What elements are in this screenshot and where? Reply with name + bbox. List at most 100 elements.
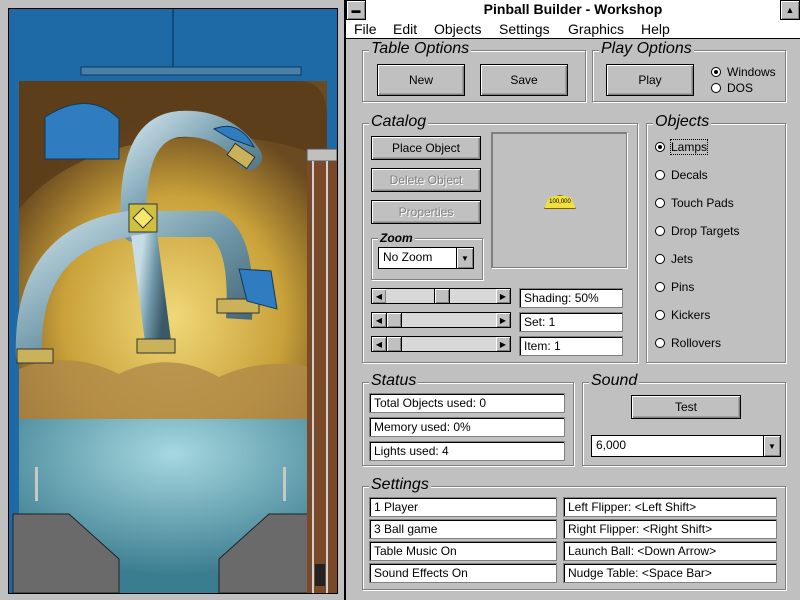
settings-group: Settings 1 Player 3 Ball game Table Musi… [362, 476, 786, 590]
setting-right-flipper[interactable]: Right Flipper: <Right Shift> [563, 519, 777, 539]
radio-indicator [655, 282, 665, 292]
object-type-label: Pins [671, 280, 695, 294]
table-options-group: Table Options New Save [362, 40, 586, 102]
play-options-title: Play Options [599, 40, 694, 58]
table-view-pane [0, 0, 344, 600]
menu-edit[interactable]: Edit [393, 21, 417, 37]
set-value: Set: 1 [519, 312, 623, 332]
slider-thumb[interactable] [434, 289, 450, 303]
object-type-label: Drop Targets [671, 224, 740, 238]
zoom-select[interactable]: No Zoom ▼ [378, 247, 474, 269]
radio-indicator [655, 142, 665, 152]
sound-title: Sound [589, 372, 640, 390]
play-button[interactable]: Play [606, 64, 694, 96]
scroll-left-icon[interactable]: ◀ [372, 313, 386, 327]
menu-objects[interactable]: Objects [434, 21, 481, 37]
shading-value: Shading: 50% [519, 288, 623, 308]
new-button[interactable]: New [377, 64, 465, 96]
radio-indicator [655, 198, 665, 208]
object-type-label: Kickers [671, 308, 711, 322]
setting-balls[interactable]: 3 Ball game [369, 519, 557, 539]
object-type-radio-pins[interactable]: Pins [655, 280, 694, 294]
setting-sound-effects[interactable]: Sound Effects On [369, 563, 557, 583]
save-button[interactable]: Save [480, 64, 568, 96]
scroll-left-icon[interactable]: ◀ [372, 289, 386, 303]
table-options-title: Table Options [369, 40, 472, 58]
platform-dos-radio[interactable]: DOS [711, 81, 753, 95]
radio-indicator [655, 338, 665, 348]
pinball-table-canvas[interactable] [8, 8, 338, 594]
radio-indicator [711, 67, 721, 77]
item-value: Item: 1 [519, 336, 623, 356]
item-slider[interactable]: ◀ ▶ [371, 336, 511, 352]
platform-windows-radio[interactable]: Windows [711, 65, 776, 79]
title-bar: ▬ Pinball Builder - Workshop ▲ [346, 0, 800, 21]
zoom-label: Zoom [378, 231, 415, 245]
radio-indicator [655, 310, 665, 320]
object-type-label: Touch Pads [671, 196, 734, 210]
scroll-right-icon[interactable]: ▶ [496, 289, 510, 303]
status-memory-used: Memory used: 0% [369, 417, 565, 437]
lamp-preview-label: 100,000 [549, 199, 571, 205]
menu-settings[interactable]: Settings [499, 21, 550, 37]
window-title: Pinball Builder - Workshop [483, 1, 663, 17]
dropdown-arrow-icon[interactable]: ▼ [456, 248, 473, 268]
maximize-icon[interactable]: ▲ [780, 0, 800, 20]
object-type-radio-kickers[interactable]: Kickers [655, 308, 710, 322]
sound-rate-select[interactable]: 6,000 ▼ [591, 435, 781, 457]
setting-left-flipper[interactable]: Left Flipper: <Left Shift> [563, 497, 777, 517]
object-type-label: Jets [671, 252, 694, 266]
setting-table-music[interactable]: Table Music On [369, 541, 557, 561]
status-group: Status Total Objects used: 0 Memory used… [362, 372, 574, 466]
slider-thumb[interactable] [386, 313, 402, 327]
object-type-label: Lamps [669, 139, 709, 155]
properties-button[interactable]: Properties [371, 200, 481, 224]
play-options-group: Play Options Play Windows DOS [592, 40, 786, 102]
menu-graphics[interactable]: Graphics [568, 21, 624, 37]
sound-rate-value: 6,000 [596, 438, 627, 452]
dropdown-arrow-icon[interactable]: ▼ [763, 436, 780, 456]
test-sound-button[interactable]: Test [631, 395, 741, 419]
menu-help[interactable]: Help [641, 21, 670, 37]
status-title: Status [369, 372, 419, 390]
object-type-label: Rollovers [671, 336, 722, 350]
lamp-preview-icon: 100,000 [544, 195, 576, 209]
status-total-objects: Total Objects used: 0 [369, 393, 565, 413]
workshop-window: ▬ Pinball Builder - Workshop ▲ File Edit… [346, 0, 800, 600]
radio-indicator [655, 254, 665, 264]
scroll-right-icon[interactable]: ▶ [496, 337, 510, 351]
setting-players[interactable]: 1 Player [369, 497, 557, 517]
system-menu-icon[interactable]: ▬ [346, 0, 366, 20]
object-type-radio-decals[interactable]: Decals [655, 168, 708, 182]
radio-indicator [711, 83, 721, 93]
zoom-group: Zoom No Zoom ▼ [371, 231, 483, 280]
zoom-value: No Zoom [383, 250, 433, 264]
pinball-table-artwork [9, 9, 337, 593]
platform-windows-label: Windows [727, 65, 776, 79]
catalog-group: Catalog Place Object Delete Object Prope… [362, 113, 638, 363]
setting-launch-ball[interactable]: Launch Ball: <Down Arrow> [563, 541, 777, 561]
object-type-radio-rollovers[interactable]: Rollovers [655, 336, 721, 350]
object-type-radio-touch-pads[interactable]: Touch Pads [655, 196, 734, 210]
sound-group: Sound Test 6,000 ▼ [582, 372, 786, 466]
object-type-radio-drop-targets[interactable]: Drop Targets [655, 224, 739, 238]
slider-thumb[interactable] [386, 337, 402, 351]
radio-indicator [655, 170, 665, 180]
set-slider[interactable]: ◀ ▶ [371, 312, 511, 328]
platform-dos-label: DOS [727, 81, 754, 95]
scroll-left-icon[interactable]: ◀ [372, 337, 386, 351]
radio-indicator [655, 226, 665, 236]
scroll-right-icon[interactable]: ▶ [496, 313, 510, 327]
menu-file[interactable]: File [354, 21, 377, 37]
setting-nudge-table[interactable]: Nudge Table: <Space Bar> [563, 563, 777, 583]
menu-bar: File Edit Objects Settings Graphics Help [346, 20, 800, 39]
objects-title: Objects [653, 113, 712, 131]
object-type-label: Decals [671, 168, 708, 182]
object-type-radio-lamps[interactable]: Lamps [655, 139, 709, 155]
settings-title: Settings [369, 476, 431, 494]
object-type-radio-jets[interactable]: Jets [655, 252, 693, 266]
shading-slider[interactable]: ◀ ▶ [371, 288, 511, 304]
objects-group: Objects Lamps Decals Touch Pads Drop Target… [646, 113, 786, 363]
delete-object-button[interactable]: Delete Object [371, 168, 481, 192]
place-object-button[interactable]: Place Object [371, 136, 481, 160]
